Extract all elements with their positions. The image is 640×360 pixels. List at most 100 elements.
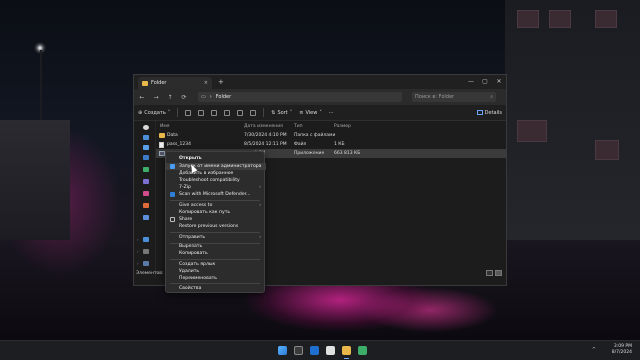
path-separator: › [209, 94, 212, 100]
chevron-right-icon: › [259, 203, 261, 208]
search-icon[interactable] [294, 346, 303, 355]
menu-rename[interactable]: Переименовать [166, 275, 266, 282]
menu-add-favorites[interactable]: Добавить в избранное [166, 170, 266, 177]
store-icon[interactable] [326, 346, 335, 355]
this-pc-icon[interactable] [143, 237, 149, 242]
menu-create-shortcut[interactable]: Создать ярлык [166, 261, 266, 268]
title-bar: Folder × + — ▢ ✕ [134, 75, 506, 89]
building-window [517, 120, 547, 142]
tiles-view-icon[interactable] [495, 270, 502, 276]
building-window [595, 10, 617, 28]
details-label: Details [484, 109, 502, 116]
share-icon [170, 217, 175, 222]
documents-icon[interactable] [143, 179, 149, 184]
details-view-icon[interactable] [486, 270, 493, 276]
home-icon[interactable] [143, 125, 149, 130]
rename-icon[interactable] [224, 109, 231, 116]
menu-copy-label: Копировать [179, 251, 208, 256]
menu-add-favorites-label: Добавить в избранное [179, 171, 234, 176]
menu-give-access[interactable]: Give access to › [166, 202, 266, 209]
menu-delete[interactable]: Удалить [166, 268, 266, 275]
tab-folder[interactable]: Folder × [138, 77, 212, 89]
desktop-icon[interactable] [143, 155, 149, 160]
more-options-button[interactable]: ··· [329, 110, 334, 116]
sort-label: Sort [277, 109, 288, 116]
menu-send-to[interactable]: Отправить › [166, 234, 266, 241]
menu-copy-path-label: Копировать как путь [179, 210, 231, 215]
menu-create-shortcut-label: Создать ярлык [179, 262, 216, 267]
folder-icon [142, 80, 148, 86]
edge-icon[interactable] [310, 346, 319, 355]
music-icon[interactable] [143, 203, 149, 208]
gallery-icon[interactable] [143, 135, 149, 140]
chevron-down-icon: ˅ [167, 109, 171, 116]
network-icon[interactable] [143, 261, 149, 266]
file-name: pass_1234 [167, 142, 192, 147]
pictures-icon[interactable] [143, 191, 149, 196]
view-label: View [305, 109, 318, 116]
sort-button[interactable]: ⇅ Sort ˅ [271, 110, 292, 116]
command-bar: ⊕ Создать ˅ ⇅ Sort ˅ ≡ View ˅ ··· Detail… [134, 105, 506, 121]
start-icon[interactable] [278, 346, 287, 355]
search-input[interactable]: Поиск в: Folder ⌕ [412, 92, 496, 102]
column-size[interactable]: Размер [334, 124, 351, 129]
minimize-button[interactable]: — [464, 75, 478, 89]
paste-icon[interactable] [211, 109, 218, 116]
cut-icon[interactable] [185, 109, 192, 116]
menu-cut-label: Вырезать [179, 244, 203, 249]
wallpaper-building-right [505, 0, 640, 240]
file-row-data[interactable]: Data 7/30/2024 4:10 PM Папка с файлами [156, 131, 506, 140]
column-date[interactable]: Дата изменения [244, 124, 283, 129]
maximize-button[interactable]: ▢ [478, 75, 492, 89]
new-tab-button[interactable]: + [218, 78, 224, 86]
menu-copy[interactable]: Копировать [166, 250, 266, 257]
view-button[interactable]: ≡ View ˅ [299, 110, 322, 116]
file-row-pass[interactable]: pass_1234 8/5/2024 12:11 PM Файл 1 КБ [156, 140, 506, 149]
chevron-right-icon[interactable]: › [137, 237, 139, 242]
menu-copy-path[interactable]: Копировать как путь [166, 209, 266, 216]
menu-run-as-admin[interactable]: Запуск от имени администратора [166, 163, 266, 170]
forward-button[interactable]: → [152, 94, 160, 101]
back-button[interactable]: ← [138, 94, 146, 101]
menu-properties[interactable]: Свойства [166, 285, 266, 292]
menu-share-label: Share [179, 217, 193, 222]
menu-cut[interactable]: Вырезать [166, 243, 266, 250]
column-type[interactable]: Тип [294, 124, 303, 129]
up-button[interactable]: ↑ [166, 94, 174, 101]
app-icon[interactable] [358, 346, 367, 355]
menu-give-access-label: Give access to [179, 203, 213, 208]
column-name[interactable]: Имя [160, 124, 169, 129]
create-button[interactable]: ⊕ Создать ˅ [138, 110, 170, 116]
drive-icon[interactable] [143, 249, 149, 254]
share-icon[interactable] [237, 109, 244, 116]
copy-icon[interactable] [198, 109, 205, 116]
tray-chevron-icon[interactable]: ^ [592, 347, 596, 353]
videos-icon[interactable] [143, 215, 149, 220]
details-button[interactable]: Details [476, 109, 502, 116]
refresh-button[interactable]: ⟳ [180, 94, 188, 101]
menu-divider [170, 283, 260, 284]
menu-troubleshoot[interactable]: Troubleshoot compatibility [166, 177, 266, 184]
menu-share[interactable]: Share [166, 216, 266, 223]
onedrive-icon[interactable] [143, 145, 149, 150]
menu-defender-scan[interactable]: Scan with Microsoft Defender... [166, 191, 266, 198]
chevron-right-icon[interactable]: › [137, 249, 139, 254]
clock[interactable]: 3:09 PM 8/7/2024 [612, 344, 632, 356]
chevron-right-icon[interactable]: › [137, 261, 139, 266]
path-input[interactable]: ▭ › Folder [198, 92, 402, 102]
menu-open[interactable]: Открыть [166, 155, 266, 162]
details-pane-icon [476, 110, 483, 115]
menu-defender-scan-label: Scan with Microsoft Defender... [179, 192, 251, 197]
menu-restore-versions[interactable]: Restore previous versions [166, 223, 266, 230]
file-explorer-icon[interactable] [342, 346, 351, 359]
plus-circle-icon: ⊕ [138, 109, 143, 116]
defender-icon [170, 192, 175, 197]
tab-close-button[interactable]: × [204, 80, 208, 86]
close-button[interactable]: ✕ [492, 75, 506, 89]
delete-icon[interactable] [250, 109, 257, 116]
menu-7zip[interactable]: 7-Zip › [166, 184, 266, 191]
address-bar: ← → ↑ ⟳ ▭ › Folder Поиск в: Folder ⌕ [134, 89, 506, 105]
file-date: 8/5/2024 12:11 PM [244, 142, 287, 147]
downloads-icon[interactable] [143, 167, 149, 172]
file-name: Data [167, 133, 178, 138]
